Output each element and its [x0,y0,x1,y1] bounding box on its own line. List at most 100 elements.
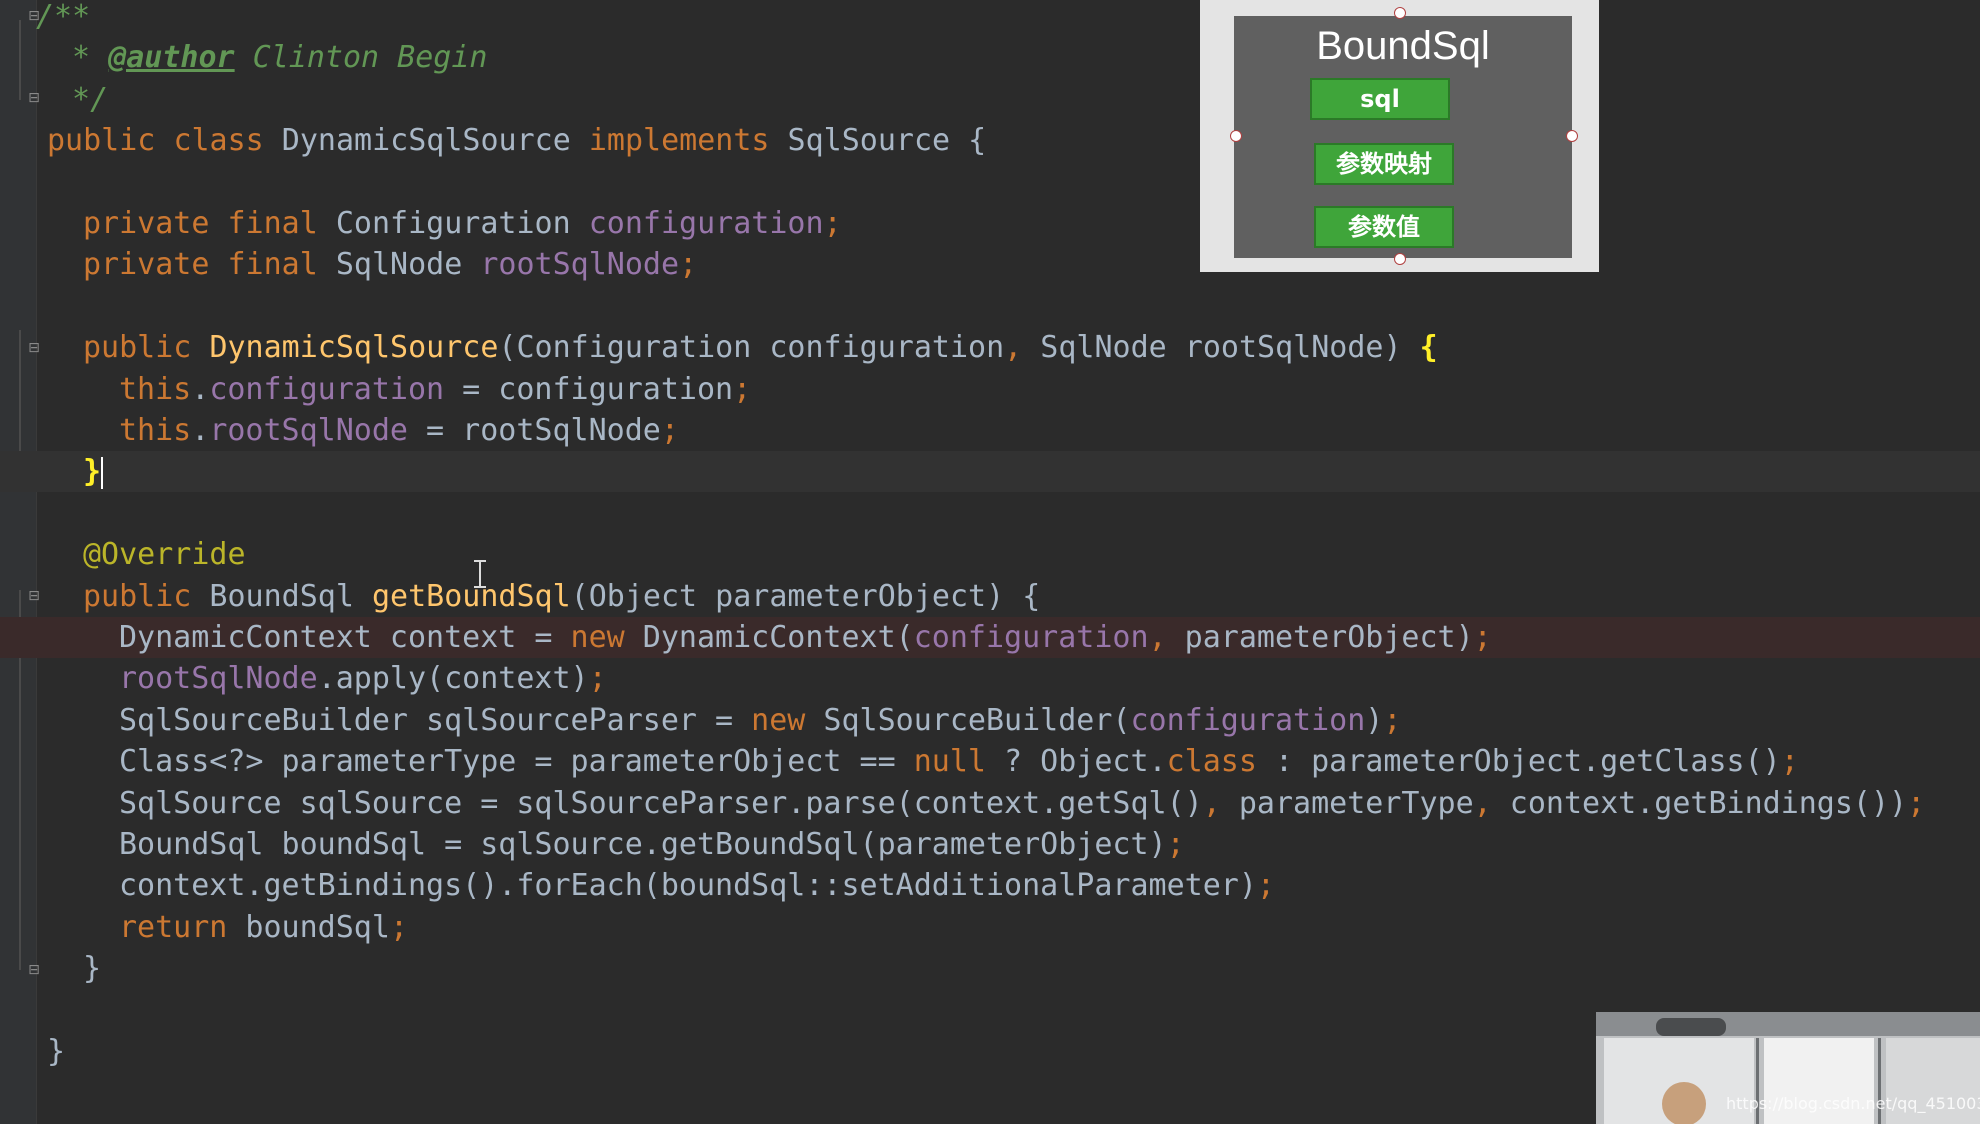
code-token: , [1473,785,1492,821]
resize-handle[interactable] [1566,130,1578,142]
resize-handle[interactable] [1230,130,1242,142]
code-line[interactable]: * @author Clinton Begin [0,37,1980,78]
code-token: DynamicSqlSource [263,123,589,159]
code-token: } [83,454,102,490]
code-token: ; [389,909,408,945]
code-line-text: } [83,451,104,492]
code-line[interactable]: return boundSql; [0,907,1980,948]
code-token: private [83,206,210,241]
code-token: DynamicContext( [624,620,914,655]
code-token: : parameterObject.getClass() [1256,744,1781,780]
code-line[interactable]: */ [0,79,1980,120]
code-token: @Override [83,537,246,573]
code-token: ; [588,661,607,697]
diagram-item-param-mapping: 参数映射 [1314,143,1454,185]
code-line[interactable]: context.getBindings().forEach(boundSql::… [0,865,1980,906]
code-token: @author [108,40,235,76]
code-token: ; [1383,702,1402,738]
code-token: boundSql [227,909,390,945]
code-token: { [1419,330,1438,366]
code-token: Clinton Begin [234,40,488,76]
code-line[interactable]: DynamicContext context = new DynamicCont… [0,617,1980,658]
code-line[interactable]: private final Configuration configuratio… [0,203,1980,244]
code-line[interactable]: this.configuration = configuration; [0,369,1980,410]
code-line[interactable]: public class DynamicSqlSource implements… [0,120,1980,161]
code-line-text: rootSqlNode.apply(context); [119,658,607,699]
code-token: Configuration [317,206,589,241]
code-token: /** [36,0,91,34]
code-line[interactable] [0,286,1980,327]
code-line-text: } [83,948,101,989]
code-line-text: SqlSource sqlSource = sqlSourceParser.pa… [119,783,1925,824]
code-token: ; [1256,868,1275,904]
text-cursor-icon [474,560,486,588]
code-token: = configuration [444,371,734,407]
code-token: ) [1365,702,1384,738]
resize-handle[interactable] [1394,7,1406,19]
code-token: ; [733,371,752,407]
code-line[interactable]: SqlSource sqlSource = sqlSourceParser.pa… [0,783,1980,824]
code-line[interactable]: /** [0,0,1980,37]
code-line-text: DynamicContext context = new DynamicCont… [119,617,1492,658]
code-token: DynamicSqlSource [209,330,499,366]
code-token: configuration [1130,702,1366,738]
code-token: final [227,206,318,241]
code-token: ; [1473,620,1492,655]
code-token: context.getBindings()) [1491,785,1908,821]
code-token: parameterObject) [1166,620,1474,655]
code-token: parameterType [1220,785,1474,821]
code-token: new [751,702,806,738]
code-line[interactable]: Class<?> parameterType = parameterObject… [0,741,1980,782]
code-line-text: Class<?> parameterType = parameterObject… [119,741,1799,782]
code-token: SqlSourceBuilder sqlSourceParser = [119,702,752,738]
resize-handle[interactable] [1394,253,1406,265]
code-line[interactable] [0,493,1980,534]
code-token: */ [54,81,109,117]
code-token: configuration [588,206,824,241]
code-token: . [191,371,210,407]
code-line[interactable] [0,162,1980,203]
code-line-text: } [47,1031,65,1072]
code-line[interactable]: BoundSql boundSql = sqlSource.getBoundSq… [0,824,1980,865]
code-line[interactable]: private final SqlNode rootSqlNode; [0,244,1980,285]
webcam-flower [1662,1082,1706,1124]
code-token: context.getBindings().forEach(boundSql::… [119,868,1257,904]
code-token: public [83,330,192,366]
code-line-text: public DynamicSqlSource(Configuration co… [83,327,1438,368]
code-token: rootSqlNode [480,247,680,283]
code-token: null [913,744,986,780]
code-line[interactable]: this.rootSqlNode = rootSqlNode; [0,410,1980,451]
code-line[interactable]: rootSqlNode.apply(context); [0,658,1980,699]
code-token: BoundSql boundSql = sqlSource.getBoundSq… [119,827,1167,862]
code-token: , [1202,785,1221,821]
code-token: (Configuration configuration [498,330,1005,366]
code-line[interactable]: @Override [0,534,1980,575]
code-line-text: * @author Clinton Begin [54,37,488,78]
text-caret [101,456,104,489]
code-line-text: */ [54,79,108,120]
code-token: this [119,371,192,407]
code-line[interactable]: } [0,948,1980,989]
code-token: class [1166,744,1257,780]
code-token: ; [660,413,679,448]
code-token: SqlSource { [769,123,987,159]
code-token: SqlSourceBuilder( [805,702,1131,738]
code-token: ? Object. [985,744,1167,780]
code-line[interactable]: } [0,451,1980,493]
code-token: SqlNode [317,247,481,283]
code-token: ; [1907,785,1926,821]
watermark-text: https://blog.csdn.net/qq_45100361 [1726,1094,1980,1113]
code-token: Class<?> parameterType = parameterObject… [119,744,914,780]
code-line[interactable]: SqlSourceBuilder sqlSourceParser = new S… [0,700,1980,741]
code-token: class [173,123,264,159]
code-token: DynamicContext context = [119,620,571,655]
code-line-text: private final SqlNode rootSqlNode; [83,244,697,285]
code-token: getBoundSql [372,578,571,614]
code-line[interactable]: public DynamicSqlSource(Configuration co… [0,327,1980,368]
code-token: .apply(context) [317,661,589,697]
code-editor[interactable]: ⊟ ⊟ ⊟ ⊟ ⊟ ⊟ /** * @author Clinton Begin … [0,0,1980,1124]
code-line[interactable]: public BoundSql getBoundSql(Object param… [0,576,1980,617]
